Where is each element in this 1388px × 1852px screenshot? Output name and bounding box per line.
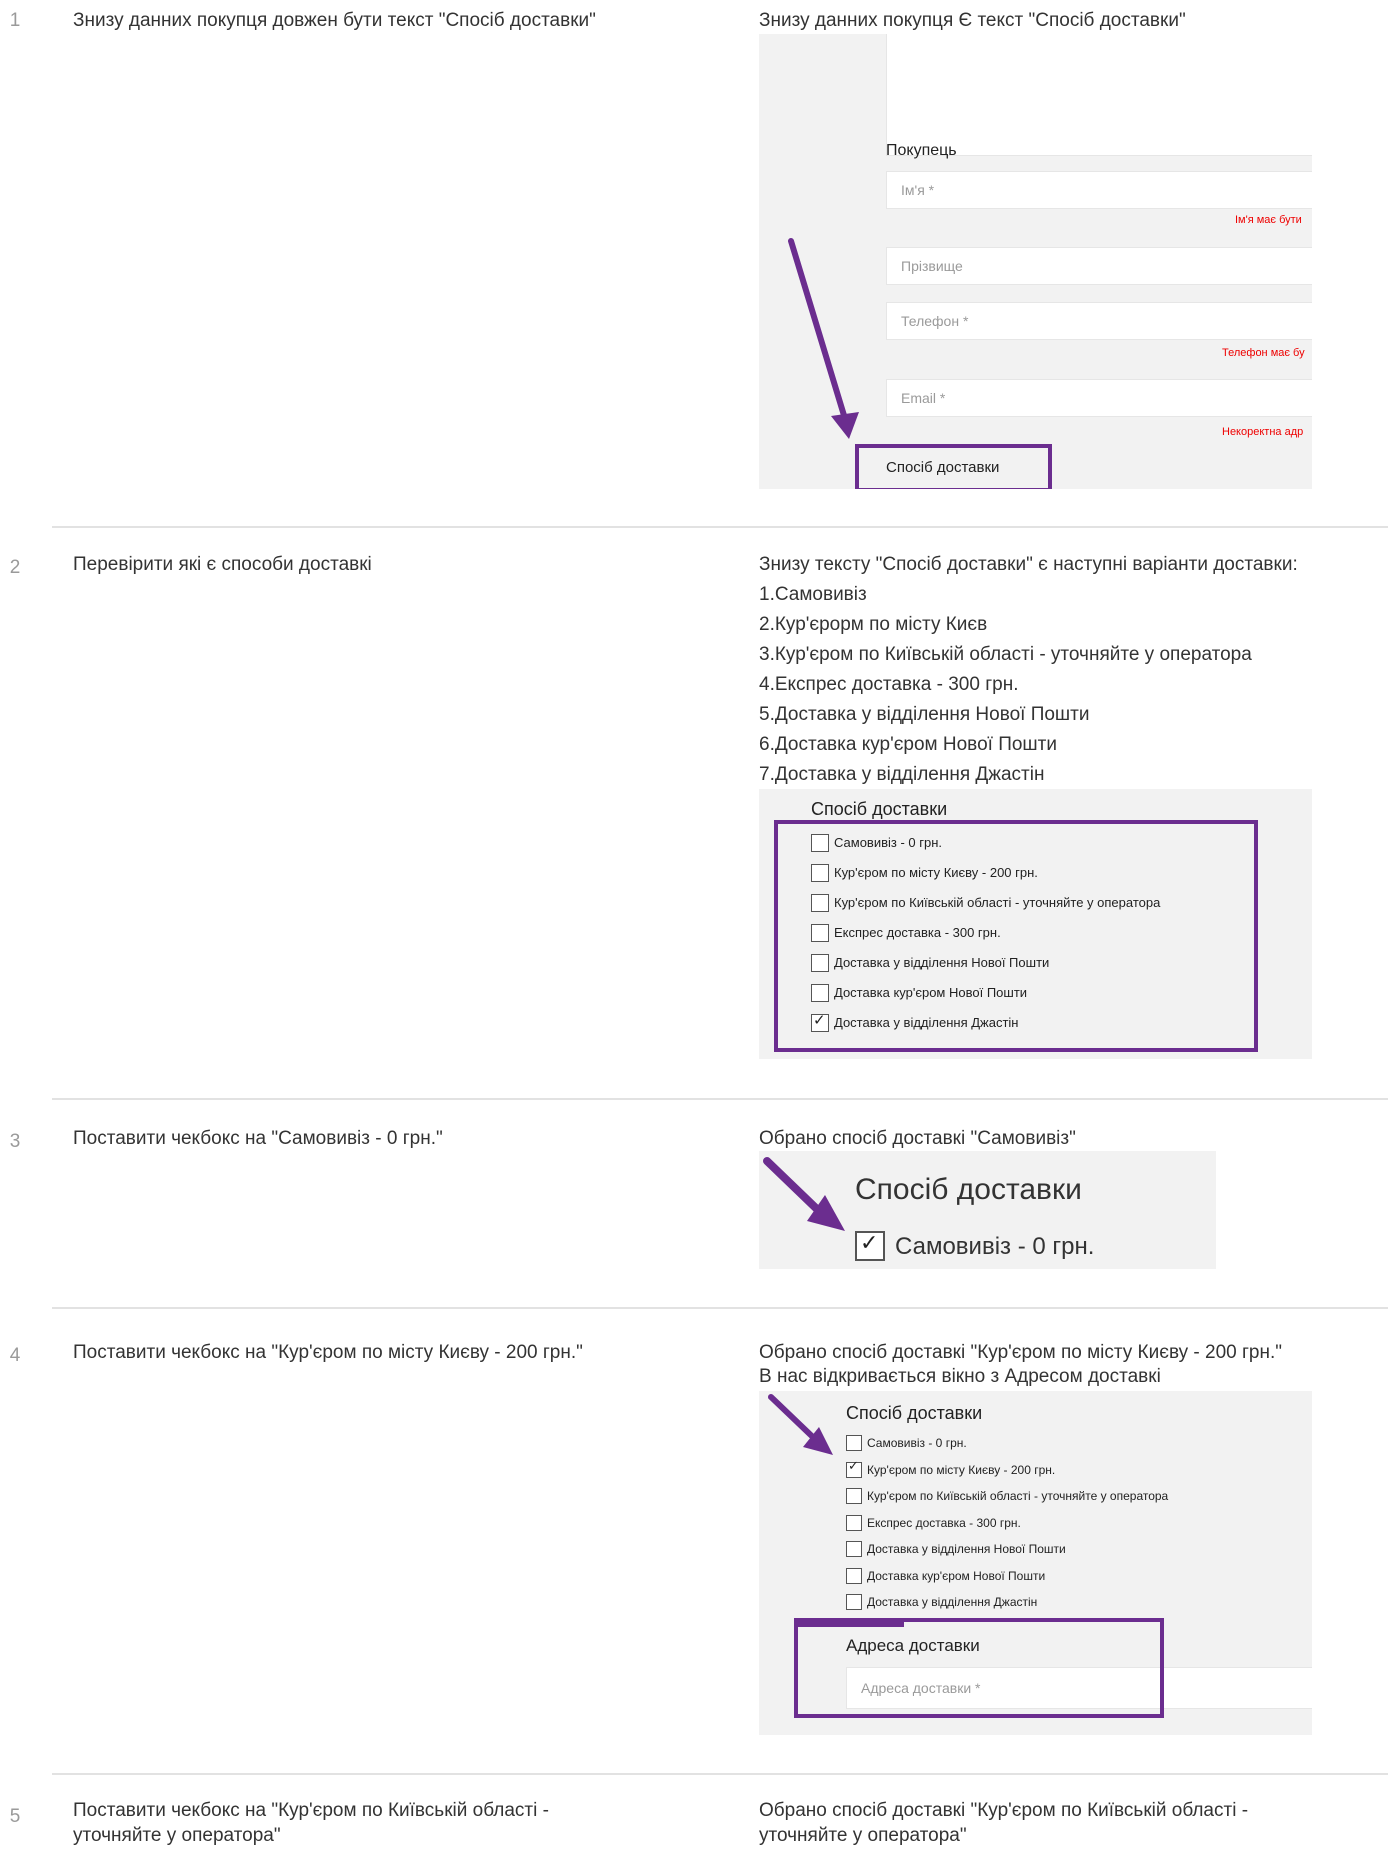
arrow-icon [768, 1394, 833, 1455]
expected-line: 6.Доставка кур'єром Нової Пошти [759, 734, 1057, 755]
screenshot-pickup-selected: Спосіб доставки ✓ Самовивіз - 0 грн. [759, 1151, 1216, 1269]
expected-line: 1.Самовивіз [759, 584, 867, 605]
option-label: Доставка кур'єром Нової Пошти [834, 985, 1028, 1000]
step-description: Знизу данних покупця довжен бути текст "… [73, 10, 596, 31]
step-number: 3 [9, 1131, 21, 1152]
step-description: Поставити чекбокс на "Кур'єром по місту … [73, 1342, 583, 1363]
expected-line: уточняйте у оператора" [759, 1825, 967, 1846]
step-number: 4 [9, 1345, 21, 1366]
option-label: Доставка у відділення Джастін [834, 1015, 1019, 1030]
step-number: 2 [9, 557, 21, 578]
expected-line: 3.Кур'єром по Київській області - уточня… [759, 644, 1252, 665]
checkbox-option[interactable] [811, 894, 829, 912]
option-label: Доставка у відділення Нової Пошти [834, 955, 1050, 970]
arrow-icon [788, 238, 859, 439]
option-label: Експрес доставка - 300 грн. [834, 925, 1001, 940]
expected-line: В нас відкривається вікно з Адресом дост… [759, 1366, 1161, 1387]
option-label: Самовивіз - 0 грн. [834, 835, 943, 850]
expected-line: 5.Доставка у відділення Нової Пошти [759, 704, 1090, 725]
screenshot-buyer-form: Покупець Ім'я * Ім'я має бути Прізвище Т… [759, 34, 1312, 489]
arrow-icon [763, 1157, 845, 1231]
step-number: 5 [9, 1806, 21, 1827]
check-mark-icon: ✓ [813, 1011, 826, 1029]
step-description: уточняйте у оператора" [73, 1825, 281, 1846]
checkbox-option[interactable] [811, 984, 829, 1002]
option-label: Кур'єром по місту Києву - 200 грн. [834, 865, 1038, 880]
screenshot-delivery-options: Спосіб доставки Самовивіз - 0 грн. Кур'єр… [759, 789, 1312, 1059]
checkbox-option[interactable] [811, 924, 829, 942]
step-description: Поставити чекбокс на "Кур'єром по Київсь… [73, 1800, 549, 1821]
checkbox-option[interactable] [811, 954, 829, 972]
option-label: Кур'єром по Київській області - уточняйт… [834, 895, 1161, 910]
expected-result: Знизу данних покупця Є текст "Спосіб дос… [759, 10, 1186, 31]
expected-line: 2.Кур'єрорм по місту Києв [759, 614, 988, 635]
step-description: Поставити чекбокс на "Самовивіз - 0 грн.… [73, 1128, 443, 1149]
screenshot-courier-kyiv: Спосіб доставки Самовивіз - 0 грн. ✓ Кур'є… [759, 1391, 1312, 1735]
checkbox-option[interactable] [811, 864, 829, 882]
step-description: Перевірити які є способи доставкі [73, 554, 372, 575]
expected-result: Обрано спосіб доставкі "Самовивіз" [759, 1128, 1076, 1149]
expected-line: Знизу тексту "Спосіб доставки" є наступн… [759, 554, 1298, 575]
expected-line: Обрано спосіб доставкі "Кур'єром по Київ… [759, 1800, 1249, 1821]
expected-line: 4.Експрес доставка - 300 грн. [759, 674, 1019, 695]
step-number: 1 [9, 10, 21, 31]
expected-line: 7.Доставка у відділення Джастін [759, 764, 1045, 785]
delivery-title: Спосіб доставки [811, 799, 948, 819]
checkbox-option[interactable] [811, 834, 829, 852]
expected-line: Обрано спосіб доставкі "Кур'єром по міст… [759, 1342, 1282, 1363]
